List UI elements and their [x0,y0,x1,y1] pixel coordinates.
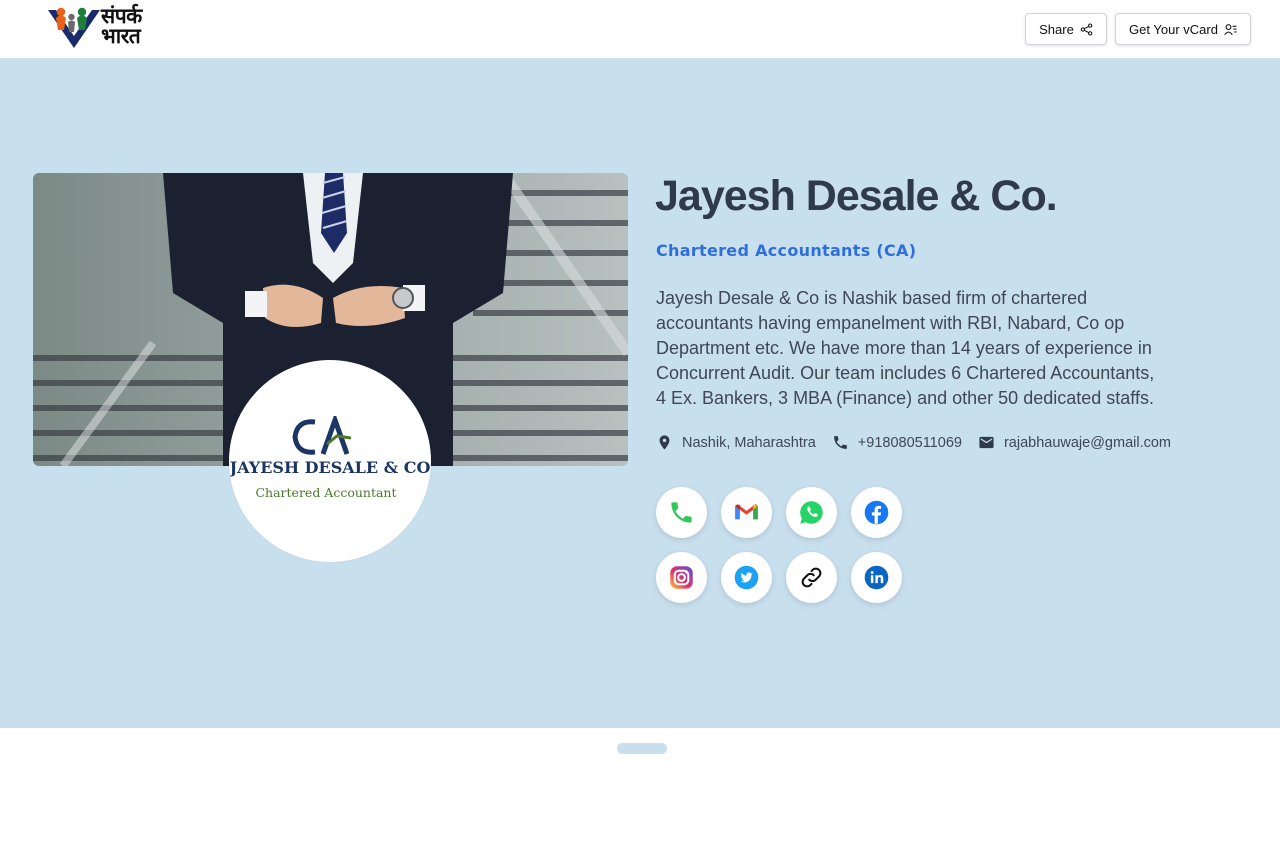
profile-hero: JAYESH DESALE & CO Chartered Accountant … [0,58,1280,728]
phone-text: +918080511069 [857,434,962,451]
email-text: rajabhauwaje@gmail.com [1003,434,1172,451]
gmail-icon [735,504,758,520]
location-text: Nashik, Maharashtra [682,434,816,451]
sampark-bharat-logo[interactable]: संपर्क भारत [46,4,156,52]
top-header: संपर्क भारत Share Get Your vCard [0,0,1280,58]
carousel-indicator[interactable] [617,743,667,754]
share-icon [1080,22,1093,36]
instagram-button[interactable] [656,552,707,603]
business-category: Chartered Accountants (CA) [656,241,917,260]
phone-icon [833,436,847,449]
business-name: Jayesh Desale & Co. [655,172,1058,220]
get-vcard-button-label: Get Your vCard [1129,21,1218,37]
whatsapp-icon [800,501,823,524]
email-item[interactable]: rajabhauwaje@gmail.com [978,434,1171,451]
facebook-icon [864,500,889,525]
logo-mark-icon [48,7,100,48]
location-pin-icon [659,435,670,450]
logo-text-line1: संपर्क [101,4,142,28]
firm-logo-avatar: JAYESH DESALE & CO Chartered Accountant [229,360,431,562]
share-button-label: Share [1039,21,1074,37]
business-description: Jayesh Desale & Co is Nashik based firm … [656,288,1155,408]
linkedin-button[interactable] [851,552,902,603]
contact-row: Nashik, Maharashtra +918080511069 rajabh… [656,434,1187,451]
call-button[interactable] [656,487,707,538]
firm-logo-name: JAYESH DESALE & CO [229,458,431,477]
get-vcard-button[interactable]: Get Your vCard [1115,13,1251,45]
twitter-icon [734,565,759,590]
firm-logo-tagline: Chartered Accountant [255,485,397,500]
instagram-icon [670,566,693,589]
share-button[interactable]: Share [1025,13,1107,45]
facebook-button[interactable] [851,487,902,538]
phone-icon [671,502,692,523]
contact-card-icon [1224,23,1237,35]
email-icon [979,436,994,449]
whatsapp-button[interactable] [786,487,837,538]
link-icon [801,567,822,588]
twitter-button[interactable] [721,552,772,603]
linkedin-icon [864,565,889,590]
ca-logo-icon [292,416,352,455]
phone-item[interactable]: +918080511069 [832,434,962,451]
logo-text-line2: भारत [101,24,141,48]
location-item: Nashik, Maharashtra [656,434,816,451]
gmail-button[interactable] [721,487,772,538]
website-link-button[interactable] [786,552,837,603]
